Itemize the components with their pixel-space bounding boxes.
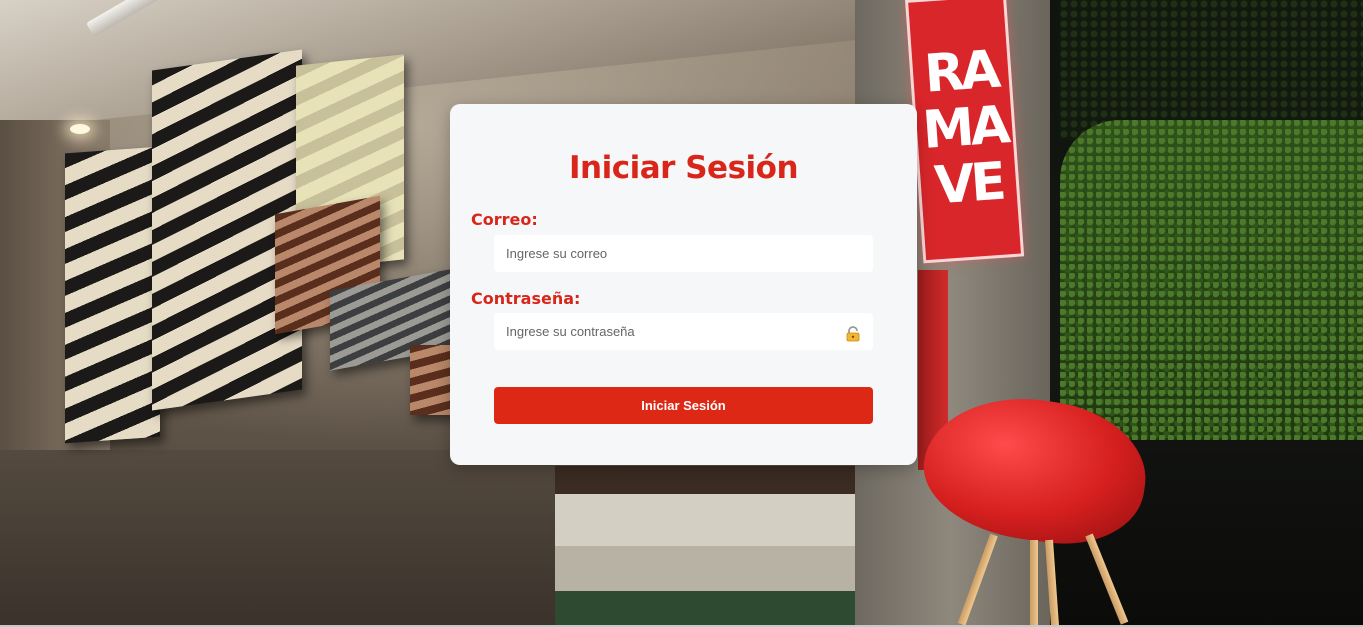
background-panels xyxy=(555,466,855,627)
background-hedge xyxy=(1060,120,1363,440)
password-field[interactable] xyxy=(494,313,873,350)
window-blind xyxy=(410,345,455,415)
store-sign-logo: RA MA VE xyxy=(905,0,1025,264)
password-label: Contraseña: xyxy=(471,289,581,308)
background-floor xyxy=(0,450,560,627)
chair-leg xyxy=(1030,540,1038,627)
login-submit-button[interactable]: Iniciar Sesión xyxy=(494,387,873,424)
background-hedge xyxy=(1060,0,1363,140)
window-blind xyxy=(65,146,160,444)
email-label: Correo: xyxy=(471,210,538,229)
login-card: Iniciar Sesión Correo: Contraseña: Inici… xyxy=(450,104,917,465)
page-title: Iniciar Sesión xyxy=(568,150,799,186)
email-field[interactable] xyxy=(494,235,873,272)
lock-icon xyxy=(845,326,861,342)
ceiling-light xyxy=(70,124,90,134)
